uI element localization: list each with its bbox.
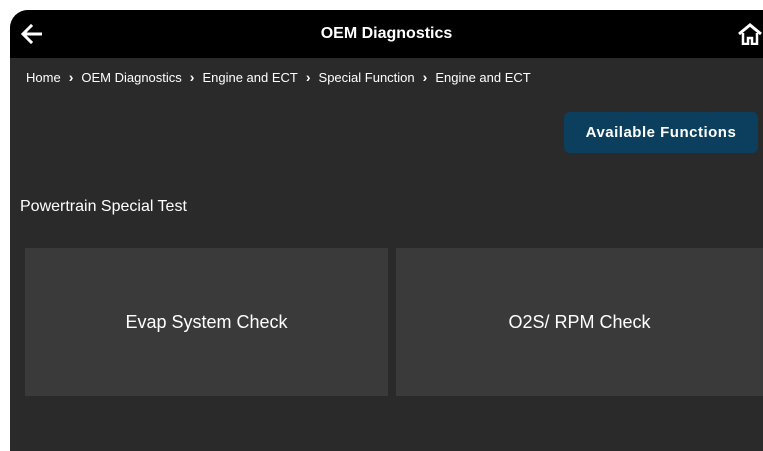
app-screen: OEM Diagnostics Home › OEM Diagnostics ›… — [10, 10, 763, 451]
top-bar: OEM Diagnostics — [10, 10, 763, 58]
tile-label: O2S/ RPM Check — [508, 311, 651, 332]
page-title: OEM Diagnostics — [320, 25, 453, 42]
home-button[interactable] — [727, 10, 763, 58]
chevron-right-icon: › — [189, 69, 195, 85]
tile-evap-system-check[interactable]: Evap System Check — [25, 248, 388, 396]
tile-o2s-rpm-check[interactable]: O2S/ RPM Check — [396, 248, 763, 396]
breadcrumb-special-function[interactable]: Special Function — [319, 70, 415, 85]
chevron-right-icon: › — [68, 69, 74, 85]
breadcrumb-engine-and-ect[interactable]: Engine and ECT — [202, 70, 297, 85]
chevron-right-icon: › — [422, 69, 428, 85]
breadcrumb-current: Engine and ECT — [435, 69, 531, 85]
breadcrumb: Home › OEM Diagnostics › Engine and ECT … — [26, 67, 531, 87]
available-functions-button[interactable]: Available Functions — [564, 112, 758, 153]
breadcrumb-home[interactable]: Home — [26, 70, 61, 85]
breadcrumb-oem-diagnostics[interactable]: OEM Diagnostics — [81, 70, 181, 85]
home-icon — [738, 23, 762, 45]
section-title: Powertrain Special Test — [20, 198, 187, 215]
tile-label: Evap System Check — [125, 311, 288, 332]
chevron-right-icon: › — [305, 69, 311, 85]
